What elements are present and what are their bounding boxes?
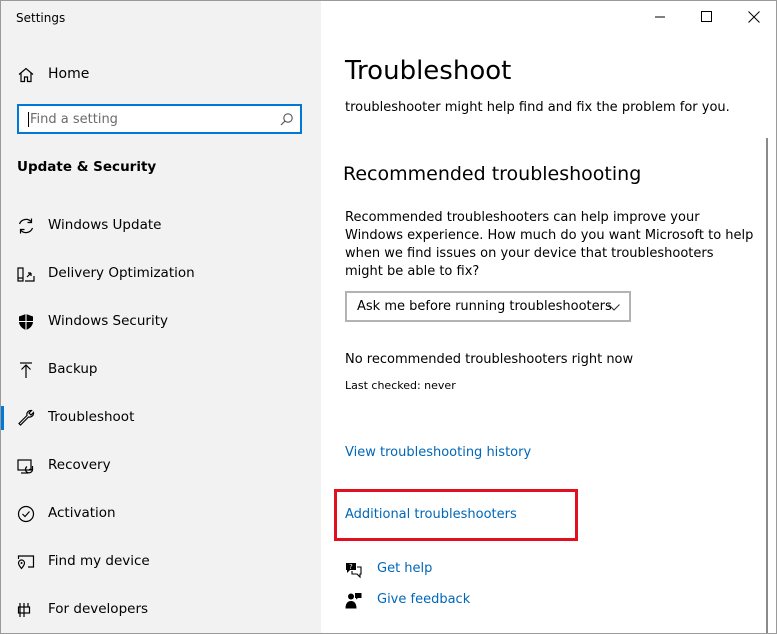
- search-icon[interactable]: [279, 112, 294, 127]
- main-content: Troubleshoot troubleshooter might help f…: [321, 0, 777, 634]
- active-indicator: [0, 406, 4, 430]
- sidebar-item-label: Recovery: [48, 457, 111, 473]
- search-box[interactable]: [17, 104, 302, 134]
- sidebar-item-troubleshoot[interactable]: Troubleshoot: [0, 398, 321, 438]
- troubleshoot-preference-dropdown[interactable]: Ask me before running troubleshooters: [345, 291, 631, 322]
- get-help-link[interactable]: Get help: [377, 561, 432, 576]
- backup-arrow-icon: [20, 362, 32, 378]
- find-device-icon: [17, 555, 35, 570]
- refresh-icon: [18, 218, 34, 234]
- give-feedback-link[interactable]: Give feedback: [377, 592, 470, 607]
- home-icon: [18, 67, 34, 83]
- intro-text: troubleshooter might help find and fix t…: [345, 100, 730, 115]
- home-label: Home: [48, 66, 90, 82]
- sidebar-item-label: Delivery Optimization: [48, 265, 195, 281]
- home-nav-item[interactable]: Home: [0, 58, 321, 90]
- settings-window: Settings Home Update & Security Wind: [0, 0, 777, 634]
- close-icon[interactable]: [731, 0, 777, 32]
- text-cursor: [28, 112, 29, 127]
- dropdown-value: Ask me before running troubleshooters: [357, 299, 612, 314]
- recommended-description: Recommended troubleshooters can help imp…: [345, 210, 754, 279]
- chevron-down-icon: [608, 304, 620, 311]
- wrench-icon: [18, 409, 35, 426]
- get-help-row[interactable]: ? Get help: [343, 559, 543, 581]
- troubleshooting-history-link[interactable]: View troubleshooting history: [345, 445, 531, 460]
- shield-icon: [19, 314, 33, 330]
- sidebar-item-label: Activation: [48, 505, 116, 521]
- maximize-icon[interactable]: [683, 0, 729, 32]
- sidebar-item-for-developers[interactable]: For developers: [0, 590, 321, 630]
- recommended-heading: Recommended troubleshooting: [343, 163, 642, 185]
- sidebar-item-label: Find my device: [48, 553, 150, 569]
- sidebar-item-label: For developers: [48, 601, 149, 617]
- feedback-person-icon: [345, 593, 362, 609]
- check-circle-icon: [17, 505, 35, 523]
- sidebar-item-label: Windows Security: [48, 313, 168, 329]
- last-checked-text: Last checked: never: [345, 379, 456, 392]
- additional-troubleshooters-link[interactable]: Additional troubleshooters: [345, 507, 517, 522]
- sidebar-item-windows-security[interactable]: Windows Security: [0, 302, 321, 342]
- sidebar-item-recovery[interactable]: Recovery: [0, 446, 321, 486]
- sidebar-item-label: Troubleshoot: [48, 409, 135, 425]
- status-text: No recommended troubleshooters right now: [345, 352, 634, 367]
- sidebar-item-label: Backup: [48, 361, 98, 377]
- sidebar-item-windows-update[interactable]: Windows Update: [0, 206, 321, 246]
- sidebar-item-activation[interactable]: Activation: [0, 494, 321, 534]
- help-chat-icon: ?: [346, 563, 362, 579]
- minimize-icon[interactable]: [637, 0, 683, 32]
- app-title: Settings: [16, 11, 66, 25]
- search-input[interactable]: [30, 110, 270, 128]
- sidebar-item-delivery-optimization[interactable]: Delivery Optimization: [0, 254, 321, 294]
- section-title: Update & Security: [17, 159, 157, 175]
- give-feedback-row[interactable]: Give feedback: [343, 590, 543, 612]
- svg-text:?: ?: [349, 563, 353, 571]
- developer-icon: [17, 603, 31, 617]
- sidebar-item-backup[interactable]: Backup: [0, 350, 321, 390]
- page-title: Troubleshoot: [345, 56, 512, 86]
- sidebar: Settings Home Update & Security Wind: [0, 0, 321, 634]
- delivery-optimization-icon: [17, 267, 35, 282]
- sidebar-item-find-my-device[interactable]: Find my device: [0, 542, 321, 582]
- recovery-icon: [17, 459, 34, 474]
- scrollbar[interactable]: [766, 138, 768, 634]
- sidebar-item-label: Windows Update: [48, 217, 162, 233]
